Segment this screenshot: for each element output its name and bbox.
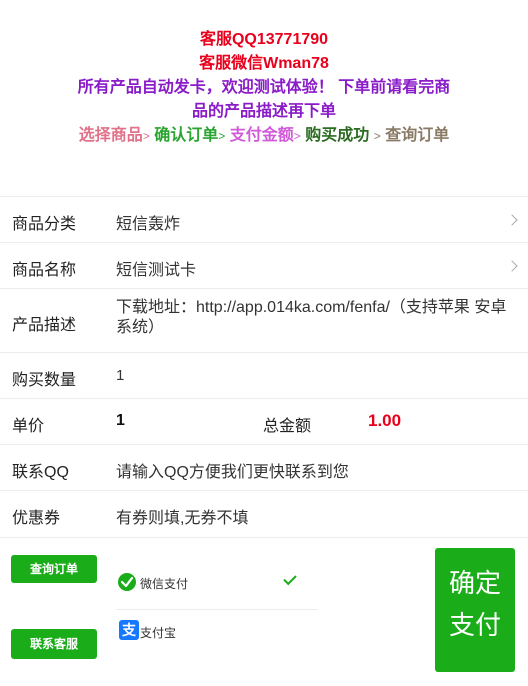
price-row: 单价 1 总金额 1.00 bbox=[0, 398, 528, 444]
payment-option-wechat[interactable]: 微信支付 bbox=[116, 561, 318, 607]
customer-service-qq: 客服QQ13771790 bbox=[199, 31, 329, 48]
total-label: 总金额 bbox=[263, 418, 312, 435]
chevron-right-icon bbox=[506, 214, 518, 226]
category-value[interactable]: 短信轰炸 bbox=[116, 210, 180, 234]
step-arrow: > bbox=[373, 129, 381, 143]
contact-qq-input[interactable]: 请输入QQ方便我们更快联系到您 bbox=[116, 458, 349, 482]
contact-service-button[interactable]: 联系客服 bbox=[11, 629, 97, 659]
coupon-row: 优惠券 有券则填,无券不填 bbox=[0, 490, 528, 536]
payment-option-alipay[interactable]: 支 支付宝 bbox=[116, 610, 318, 656]
confirm-line1: 确定 bbox=[448, 568, 501, 598]
step-pay-amount: 支付金额 bbox=[229, 127, 294, 144]
description-value: 下载地址：http://app.014ka.com/fenfa/（支持苹果 安卓… bbox=[116, 299, 507, 336]
price-value: 1 bbox=[116, 412, 125, 429]
customer-service-wechat: 客服微信Wman78 bbox=[199, 55, 329, 72]
chevron-right-icon bbox=[506, 260, 518, 272]
alipay-icon: 支 bbox=[119, 620, 139, 640]
coupon-label: 优惠券 bbox=[12, 510, 61, 527]
contact-label: 联系QQ bbox=[12, 464, 69, 481]
step-query-order: 查询订单 bbox=[385, 127, 450, 144]
wechat-pay-icon bbox=[118, 573, 136, 591]
product-value[interactable]: 短信测试卡 bbox=[116, 256, 196, 280]
product-label: 商品名称 bbox=[12, 262, 77, 279]
step-arrow: > bbox=[142, 129, 150, 143]
quantity-label: 购买数量 bbox=[12, 372, 77, 389]
notice-message-line2: 品的产品描述再下单 bbox=[191, 103, 336, 120]
step-purchase-success: 购买成功 bbox=[305, 127, 370, 144]
step-select-product: 选择商品 bbox=[78, 127, 143, 144]
step-arrow: > bbox=[218, 129, 226, 143]
step-confirm-order: 确认订单 bbox=[154, 127, 219, 144]
order-form: 商品分类 短信轰炸 商品名称 短信测试卡 产品描述 下载地址：http://ap… bbox=[0, 196, 528, 536]
confirm-line2: 支付 bbox=[448, 610, 501, 640]
price-label: 单价 bbox=[12, 418, 45, 435]
order-steps: 选择商品> 确认订单> 支付金额> 购买成功 > 查询订单 bbox=[69, 124, 459, 148]
coupon-input[interactable]: 有券则填,无券不填 bbox=[116, 504, 248, 528]
category-label: 商品分类 bbox=[12, 216, 77, 233]
query-order-button[interactable]: 查询订单 bbox=[11, 555, 97, 583]
notice-banner: 客服QQ13771790 客服微信Wman78 所有产品自动发卡，欢迎测试体验！… bbox=[0, 28, 528, 148]
alipay-label: 支付宝 bbox=[140, 626, 177, 640]
wechat-pay-label: 微信支付 bbox=[140, 577, 189, 591]
product-row[interactable]: 商品名称 短信测试卡 bbox=[0, 242, 528, 288]
contact-row: 联系QQ 请输入QQ方便我们更快联系到您 bbox=[0, 444, 528, 490]
total-value: 1.00 bbox=[368, 411, 402, 430]
selected-check-icon bbox=[283, 571, 297, 586]
quantity-row: 购买数量 1 bbox=[0, 352, 528, 398]
category-row[interactable]: 商品分类 短信轰炸 bbox=[0, 196, 528, 242]
payment-section: 查询订单 联系客服 微信支付 支 支付宝 确定 支付 bbox=[0, 537, 528, 686]
step-arrow: > bbox=[293, 129, 301, 143]
description-label: 产品描述 bbox=[12, 317, 77, 334]
description-row: 产品描述 下载地址：http://app.014ka.com/fenfa/（支持… bbox=[0, 288, 528, 352]
quantity-input[interactable]: 1 bbox=[116, 367, 124, 384]
notice-message-line1: 所有产品自动发卡，欢迎测试体验！ 下单前请看完商 bbox=[77, 79, 451, 96]
confirm-pay-button[interactable]: 确定 支付 bbox=[435, 548, 515, 672]
